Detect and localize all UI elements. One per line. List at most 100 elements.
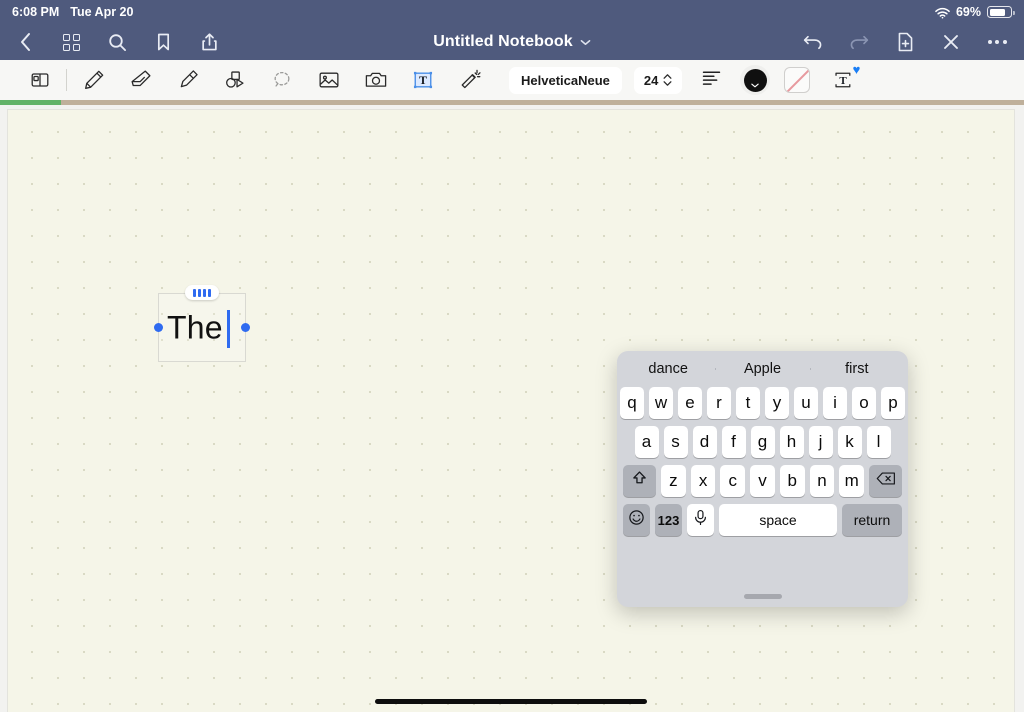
key-x[interactable]: x bbox=[690, 465, 716, 497]
key-t[interactable]: t bbox=[736, 387, 760, 419]
eraser-tool[interactable] bbox=[117, 60, 164, 100]
predictive-text-bar: dance Apple first bbox=[621, 351, 904, 387]
heart-icon: ♥ bbox=[852, 62, 861, 77]
tool-bar: T HelveticaNeue 24 T ♥ bbox=[0, 60, 1024, 100]
microphone-icon bbox=[693, 509, 708, 531]
text-box-content: The bbox=[167, 309, 223, 345]
lasso-tool[interactable] bbox=[258, 60, 305, 100]
close-button[interactable] bbox=[938, 29, 964, 55]
search-button[interactable] bbox=[104, 29, 130, 55]
chevron-updown-icon bbox=[663, 74, 672, 86]
key-n[interactable]: n bbox=[809, 465, 835, 497]
pen-tool[interactable] bbox=[70, 60, 117, 100]
key-f[interactable]: f bbox=[721, 426, 746, 458]
numbers-key[interactable]: 123 bbox=[655, 504, 682, 536]
prediction-2[interactable]: first bbox=[809, 361, 904, 377]
undo-button[interactable] bbox=[800, 29, 826, 55]
fill-none-button[interactable] bbox=[784, 67, 811, 93]
svg-text:T: T bbox=[840, 75, 848, 87]
key-y[interactable]: y bbox=[765, 387, 789, 419]
shift-key[interactable] bbox=[622, 465, 656, 497]
wifi-icon bbox=[935, 7, 950, 19]
text-tool[interactable]: T bbox=[399, 60, 446, 100]
keyboard-row-2: a s d f g h j k l bbox=[621, 426, 904, 458]
key-v[interactable]: v bbox=[750, 465, 775, 497]
font-size-value: 24 bbox=[643, 72, 659, 88]
text-caret bbox=[227, 310, 230, 348]
keyboard-row-3: z x c v b n m bbox=[621, 465, 904, 497]
dictation-key[interactable] bbox=[687, 504, 714, 536]
redo-button[interactable] bbox=[846, 29, 872, 55]
key-s[interactable]: s bbox=[663, 426, 688, 458]
svg-text:T: T bbox=[418, 73, 426, 87]
key-z[interactable]: z bbox=[660, 465, 686, 497]
font-family-label: HelveticaNeue bbox=[521, 72, 610, 88]
emoji-icon bbox=[628, 509, 645, 531]
note-paper-canvas[interactable]: The dance Apple first q w e r t y u i o … bbox=[8, 110, 1014, 712]
bookmark-button[interactable] bbox=[150, 29, 176, 55]
key-w[interactable]: w bbox=[649, 387, 673, 419]
align-left-button[interactable] bbox=[694, 65, 728, 95]
ellipsis-icon bbox=[987, 40, 1007, 44]
key-j[interactable]: j bbox=[808, 426, 833, 458]
nav-bar-right bbox=[800, 29, 1024, 55]
back-button[interactable] bbox=[12, 29, 38, 55]
shift-icon bbox=[631, 470, 648, 492]
more-button[interactable] bbox=[984, 29, 1010, 55]
page-title: Untitled Notebook bbox=[433, 33, 573, 50]
key-c[interactable]: c bbox=[720, 465, 746, 497]
key-q[interactable]: q bbox=[620, 387, 644, 419]
key-r[interactable]: r bbox=[707, 387, 731, 419]
emoji-key[interactable] bbox=[623, 504, 650, 536]
text-style-favorite-button[interactable]: T ♥ bbox=[826, 62, 861, 95]
image-tool[interactable] bbox=[305, 60, 352, 100]
share-button[interactable] bbox=[196, 29, 222, 55]
key-g[interactable]: g bbox=[750, 426, 775, 458]
resize-handle-right[interactable] bbox=[241, 323, 250, 332]
floating-keyboard[interactable]: dance Apple first q w e r t y u i o p a … bbox=[617, 351, 908, 607]
color-swatch bbox=[743, 68, 767, 92]
key-l[interactable]: l bbox=[866, 426, 891, 458]
key-a[interactable]: a bbox=[634, 426, 659, 458]
key-d[interactable]: d bbox=[692, 426, 717, 458]
resize-handle-left[interactable] bbox=[154, 323, 163, 332]
prediction-1[interactable]: Apple bbox=[715, 361, 809, 377]
prediction-0[interactable]: dance bbox=[621, 361, 715, 377]
keyboard-drag-handle-icon[interactable] bbox=[743, 594, 782, 599]
key-u[interactable]: u bbox=[794, 387, 818, 419]
backspace-icon bbox=[876, 471, 896, 491]
keyboard-row-1: q w e r t y u i o p bbox=[620, 387, 905, 419]
key-e[interactable]: e bbox=[678, 387, 702, 419]
backspace-key[interactable] bbox=[869, 465, 903, 497]
return-key[interactable]: return bbox=[842, 504, 902, 536]
pages-grid-button[interactable] bbox=[58, 29, 84, 55]
home-indicator bbox=[375, 699, 647, 704]
key-m[interactable]: m bbox=[839, 465, 865, 497]
key-k[interactable]: k bbox=[837, 426, 862, 458]
align-left-icon bbox=[702, 70, 721, 90]
key-b[interactable]: b bbox=[779, 465, 805, 497]
font-size-stepper[interactable]: 24 bbox=[633, 66, 683, 94]
drag-handle-icon[interactable] bbox=[185, 285, 219, 300]
key-h[interactable]: h bbox=[779, 426, 804, 458]
font-family-selector[interactable]: HelveticaNeue bbox=[509, 66, 622, 94]
chevron-down-icon bbox=[580, 33, 591, 51]
page-area: The dance Apple first q w e r t y u i o … bbox=[0, 105, 1024, 712]
ipad-notes-app: 6:08 PM Tue Apr 20 69% Untitled Notebook… bbox=[0, 0, 1024, 712]
highlighter-tool[interactable] bbox=[164, 60, 211, 100]
text-box[interactable]: The bbox=[154, 285, 250, 362]
shapes-tool[interactable] bbox=[211, 60, 258, 100]
camera-tool[interactable] bbox=[352, 60, 399, 100]
status-bar: 6:08 PM Tue Apr 20 69% bbox=[0, 0, 1024, 24]
key-p[interactable]: p bbox=[881, 387, 905, 419]
text-color-button[interactable] bbox=[740, 65, 771, 95]
space-key[interactable]: space bbox=[719, 504, 837, 536]
nav-bar: Untitled Notebook bbox=[0, 24, 1024, 60]
key-o[interactable]: o bbox=[852, 387, 876, 419]
key-i[interactable]: i bbox=[823, 387, 847, 419]
magic-wand-tool[interactable] bbox=[446, 60, 493, 100]
status-bar-right: 69% bbox=[935, 5, 1024, 19]
page-split-tool[interactable] bbox=[16, 60, 63, 100]
status-bar-left: 6:08 PM Tue Apr 20 bbox=[0, 5, 133, 19]
add-page-button[interactable] bbox=[892, 29, 918, 55]
